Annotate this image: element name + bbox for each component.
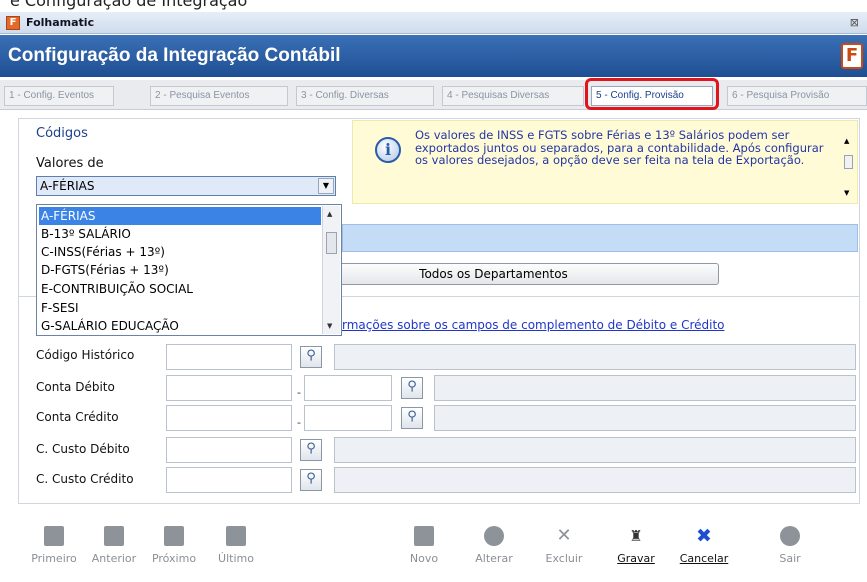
scroll-up-icon[interactable]: ▲	[327, 210, 332, 218]
tab-pesquisa-eventos[interactable]: 2 - Pesquisa Eventos	[150, 86, 288, 106]
valores-de-selected: A-FÉRIAS	[40, 179, 95, 193]
delete-icon: ✕	[556, 525, 572, 546]
tab-bar: 1 - Config. Eventos 2 - Pesquisa Eventos…	[0, 80, 867, 110]
info-scrollbar[interactable]: ▲ ▼	[841, 127, 855, 197]
dropdown-option[interactable]: C-INSS(Férias + 13º)	[39, 243, 321, 261]
conta-debito-input[interactable]	[166, 375, 292, 401]
c-custo-debito-input[interactable]	[166, 437, 292, 463]
save-icon: ♜	[629, 527, 643, 545]
proximo-button[interactable]: Próximo	[142, 526, 206, 565]
tab-config-diversas[interactable]: 3 - Config. Diversas	[296, 86, 434, 106]
next-record-icon	[164, 526, 184, 546]
new-document-icon	[414, 526, 434, 546]
dropdown-option[interactable]: F-SESI	[39, 299, 321, 317]
novo-button[interactable]: Novo	[392, 526, 456, 565]
tab-config-eventos[interactable]: 1 - Config. Eventos	[4, 86, 114, 106]
c-custo-credito-label: C. Custo Crédito	[36, 472, 134, 486]
gravar-button[interactable]: ♜ Gravar	[604, 526, 668, 565]
dropdown-option[interactable]: D-FGTS(Férias + 13º)	[39, 261, 321, 279]
cancel-icon: ✖	[696, 525, 712, 547]
cancelar-button[interactable]: ✖ Cancelar	[672, 526, 736, 565]
codigo-historico-description	[334, 344, 856, 370]
c-custo-credito-description	[334, 467, 856, 493]
scroll-down-icon[interactable]: ▼	[844, 189, 849, 197]
conta-credito-label: Conta Crédito	[36, 410, 119, 424]
conta-credito-input[interactable]	[166, 405, 292, 431]
search-icon[interactable]: ⚲	[300, 469, 322, 491]
tab-pesquisa-provisao[interactable]: 6 - Pesquisa Provisão	[727, 86, 867, 106]
anterior-button[interactable]: Anterior	[82, 526, 146, 565]
dash-separator: -	[297, 386, 301, 399]
search-icon[interactable]: ⚲	[300, 346, 322, 368]
tab-highlight	[585, 78, 719, 110]
dropdown-option[interactable]: E-CONTRIBUIÇÃO SOCIAL	[39, 280, 321, 298]
scroll-up-icon[interactable]: ▲	[844, 137, 849, 145]
sair-button[interactable]: Sair	[758, 526, 822, 565]
valores-de-label: Valores de	[36, 156, 104, 171]
header-banner: Configuração da Integração Contábil F	[0, 35, 867, 77]
valores-de-select[interactable]: A-FÉRIAS ▼	[36, 176, 336, 196]
search-icon[interactable]: ⚲	[300, 439, 322, 461]
search-icon[interactable]: ⚲	[401, 407, 423, 429]
window-title: Folhamatic	[26, 16, 95, 29]
info-icon: i	[375, 137, 401, 163]
excluir-button[interactable]: ✕ Excluir	[532, 525, 596, 566]
dropdown-scrollbar[interactable]: ▲ ▼	[322, 206, 340, 334]
info-box: i Os valores de INSS e FGTS sobre Férias…	[352, 120, 858, 204]
chevron-down-icon[interactable]: ▼	[318, 178, 334, 194]
conta-debito-description	[434, 375, 856, 401]
codigo-historico-input[interactable]	[166, 344, 292, 370]
conta-debito-complement[interactable]	[304, 375, 392, 401]
close-icon[interactable]: ⊠	[850, 16, 859, 29]
tab-pesquisas-diversas[interactable]: 4 - Pesquisas Diversas	[442, 86, 584, 106]
dropdown-option[interactable]: B-13º SALÁRIO	[39, 225, 321, 243]
conta-credito-complement[interactable]	[304, 405, 392, 431]
search-icon[interactable]: ⚲	[401, 377, 423, 399]
exit-icon	[780, 526, 800, 546]
last-record-icon	[226, 526, 246, 546]
window-titlebar: F Folhamatic ⊠	[0, 12, 867, 34]
codigos-heading: Códigos	[36, 126, 88, 141]
info-link[interactable]: rmações sobre os campos de complemento d…	[342, 318, 725, 332]
conta-debito-label: Conta Débito	[36, 380, 115, 394]
department-field[interactable]	[342, 224, 858, 252]
c-custo-debito-description	[334, 437, 856, 463]
first-record-icon	[44, 526, 64, 546]
bottom-toolbar: Primeiro Anterior Próximo Último Novo Al…	[18, 514, 860, 582]
dash-separator: -	[297, 416, 301, 429]
primeiro-button[interactable]: Primeiro	[22, 526, 86, 565]
codigo-historico-label: Código Histórico	[36, 348, 135, 362]
page-title: Configuração da Integração Contábil	[8, 45, 341, 66]
c-custo-credito-input[interactable]	[166, 467, 292, 493]
dropdown-option[interactable]: A-FÉRIAS	[39, 207, 321, 225]
app-icon: F	[6, 16, 20, 30]
conta-credito-description	[434, 405, 856, 431]
scroll-thumb[interactable]	[326, 232, 337, 254]
edit-icon	[484, 526, 504, 546]
scroll-down-icon[interactable]: ▼	[327, 322, 332, 330]
alterar-button[interactable]: Alterar	[462, 526, 526, 565]
previous-record-icon	[104, 526, 124, 546]
scroll-thumb[interactable]	[844, 155, 853, 169]
valores-de-dropdown[interactable]: A-FÉRIAS B-13º SALÁRIO C-INSS(Férias + 1…	[36, 204, 342, 336]
dropdown-option[interactable]: G-SALÁRIO EDUCAÇÃO	[39, 317, 321, 335]
info-text: Os valores de INSS e FGTS sobre Férias e…	[415, 128, 824, 167]
logo-icon: F	[841, 43, 863, 69]
ultimo-button[interactable]: Último	[204, 526, 268, 565]
c-custo-debito-label: C. Custo Débito	[36, 442, 130, 456]
